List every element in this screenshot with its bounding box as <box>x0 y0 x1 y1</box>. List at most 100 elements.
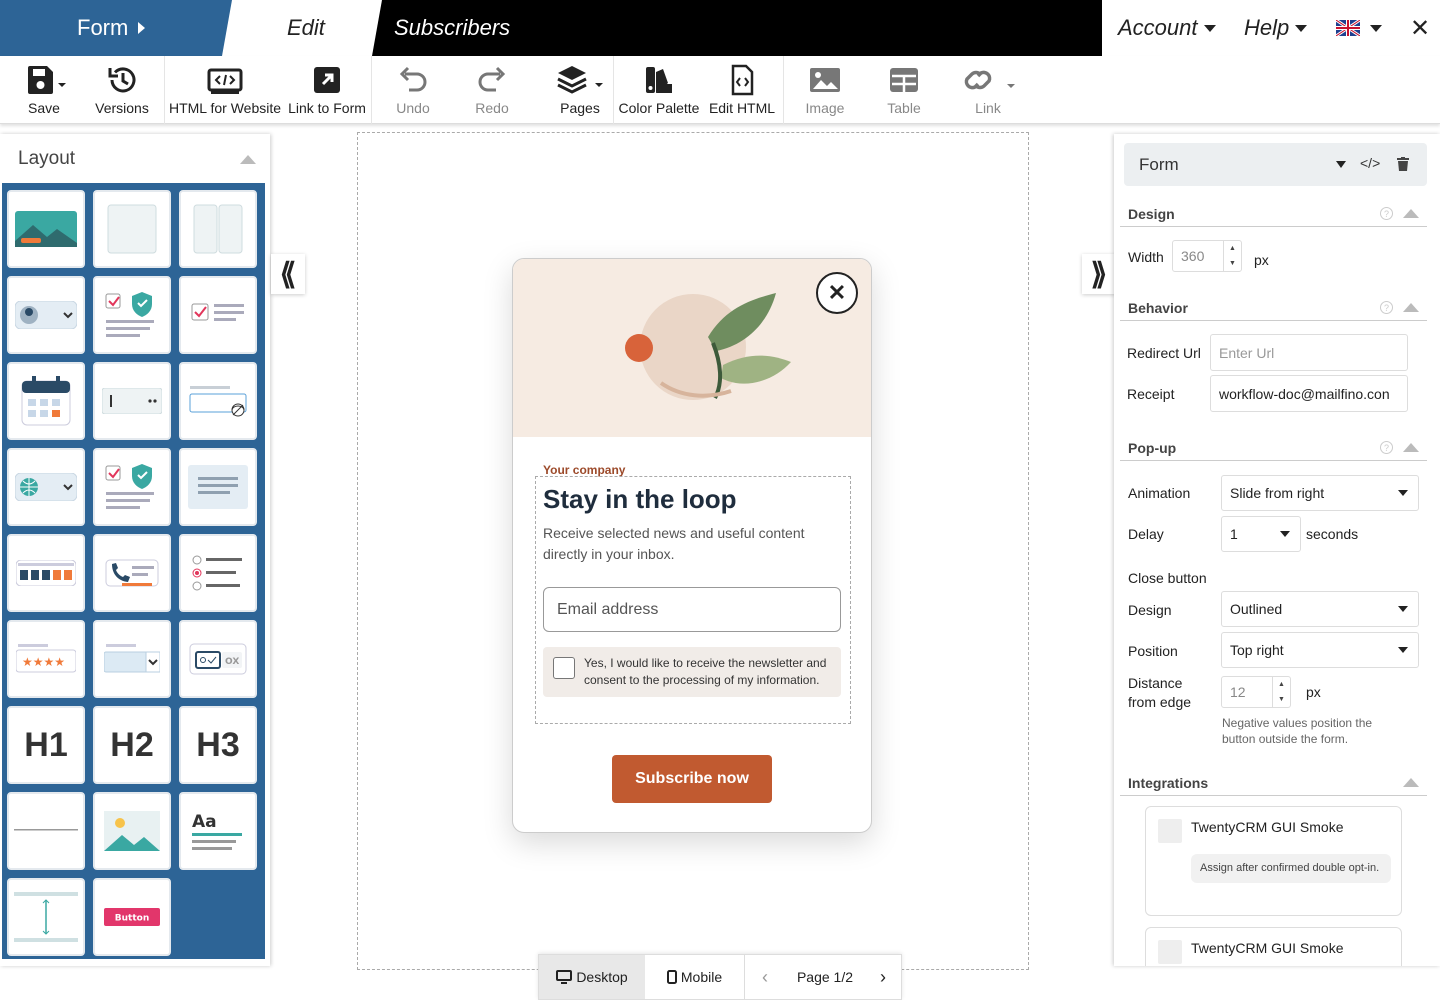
edit-html-button[interactable]: Edit HTML <box>708 56 776 124</box>
captcha-tile[interactable]: OX <box>179 620 257 698</box>
columns-block-tile[interactable] <box>179 190 257 268</box>
image-button[interactable]: Image <box>800 56 850 124</box>
table-button[interactable]: Table <box>879 56 929 124</box>
width-label: Width <box>1128 249 1164 265</box>
password-field-tile[interactable] <box>179 362 257 440</box>
html-for-website-button[interactable]: HTML for Website <box>169 56 281 124</box>
collapse-up-icon[interactable] <box>1403 303 1419 312</box>
account-menu[interactable]: Account <box>1118 0 1216 56</box>
consent-checkbox-group[interactable]: Yes, I would like to receive the newslet… <box>543 647 841 697</box>
mobile-label: Mobile <box>680 969 723 985</box>
close-design-select[interactable]: Outlined <box>1221 591 1419 627</box>
help-icon[interactable]: ? <box>1380 301 1393 314</box>
checklist-shield-tile[interactable] <box>93 276 171 354</box>
form-subtext[interactable]: Receive selected news and useful content… <box>543 523 833 565</box>
animation-select[interactable]: Slide from right <box>1221 475 1419 511</box>
collapse-up-icon[interactable] <box>1403 443 1419 452</box>
tab-edit[interactable]: Edit <box>232 0 382 56</box>
frame-block-tile[interactable] <box>93 190 171 268</box>
color-palette-button[interactable]: Color Palette <box>618 56 700 124</box>
checklist-shield-tile[interactable] <box>93 448 171 526</box>
layout-panel-header[interactable]: Layout <box>0 134 270 184</box>
integration-checkbox[interactable] <box>1158 819 1182 843</box>
distance-stepper[interactable]: ▲ ▼ <box>1272 677 1290 707</box>
popup-close-button[interactable]: ✕ <box>816 272 858 314</box>
desktop-toggle[interactable]: Desktop <box>539 955 645 999</box>
collapse-up-icon[interactable] <box>1403 778 1419 787</box>
image-block-tile[interactable] <box>7 190 85 268</box>
form-heading[interactable]: Stay in the loop <box>543 484 737 515</box>
tab-form-label: Form <box>77 15 129 40</box>
mobile-toggle[interactable]: Mobile <box>645 955 745 999</box>
collapse-up-icon[interactable] <box>240 154 256 164</box>
form-popup-preview[interactable]: ✕ Your company Stay in the loop Receive … <box>512 258 872 833</box>
textarea-tile[interactable] <box>179 448 257 526</box>
phone-field-tile[interactable] <box>93 534 171 612</box>
integration-name: TwentyCRM GUI Smoke <box>1191 819 1344 835</box>
h3-tile[interactable]: H3 <box>179 706 257 784</box>
integration-card[interactable]: TwentyCRM GUI Smoke Assign after confirm… <box>1145 806 1402 916</box>
help-menu[interactable]: Help <box>1244 0 1308 56</box>
radio-list-tile[interactable] <box>179 534 257 612</box>
code-icon[interactable]: </> <box>1360 155 1380 171</box>
language-menu[interactable] <box>1336 0 1382 56</box>
top-bar: Form Edit Subscribers Account Help ✕ <box>0 0 1440 56</box>
avatar-select-tile[interactable] <box>7 276 85 354</box>
input-field-tile[interactable] <box>93 362 171 440</box>
rating-tile[interactable]: ★★★★ <box>7 620 85 698</box>
collapse-up-icon[interactable] <box>1403 209 1419 218</box>
width-stepper[interactable]: ▲ ▼ <box>1223 241 1241 271</box>
pages-button[interactable]: Pages <box>550 56 610 124</box>
undo-button[interactable]: Undo <box>393 56 433 124</box>
button-tile[interactable]: Button <box>93 878 171 956</box>
design-section-header[interactable]: Design? <box>1120 201 1427 227</box>
tab-subscribers[interactable]: Subscribers <box>372 0 1102 56</box>
link-to-form-button[interactable]: Link to Form <box>287 56 367 124</box>
popup-section-header[interactable]: Pop-up? <box>1120 435 1427 461</box>
link-button[interactable]: Link <box>958 56 1018 124</box>
text-tile[interactable]: Aa <box>179 792 257 870</box>
element-selector[interactable]: Form </> <box>1124 143 1427 186</box>
integration-card[interactable]: TwentyCRM GUI Smoke <box>1145 927 1402 966</box>
delay-select[interactable]: 1 <box>1221 516 1301 552</box>
redo-icon <box>478 66 506 92</box>
h2-tile[interactable]: H2 <box>93 706 171 784</box>
table-label: Table <box>887 100 921 116</box>
width-input[interactable]: 360 ▲ ▼ <box>1172 240 1242 272</box>
company-name: Your company <box>543 463 626 477</box>
consent-checkbox[interactable] <box>553 657 575 679</box>
next-page-button[interactable]: › <box>865 967 901 988</box>
help-icon[interactable]: ? <box>1380 441 1393 454</box>
receipt-input[interactable]: workflow-doc@mailfino.con <box>1210 375 1408 412</box>
dropdown-tile[interactable] <box>93 620 171 698</box>
prev-page-button[interactable]: ‹ <box>745 967 785 988</box>
code-digits-tile[interactable] <box>7 534 85 612</box>
toolbar: Save Versions HTML for Website Link to F… <box>0 56 1440 124</box>
h1-tile[interactable]: H1 <box>7 706 85 784</box>
close-icon[interactable]: ✕ <box>1410 0 1430 56</box>
email-field[interactable]: Email address <box>543 587 841 632</box>
redo-button[interactable]: Redo <box>472 56 512 124</box>
close-position-select[interactable]: Top right <box>1221 632 1419 668</box>
divider-tile[interactable] <box>7 792 85 870</box>
calendar-tile[interactable] <box>7 362 85 440</box>
versions-button[interactable]: Versions <box>92 56 152 124</box>
redirect-url-input[interactable]: Enter Url <box>1210 334 1408 371</box>
integration-checkbox[interactable] <box>1158 940 1182 964</box>
picture-tile[interactable] <box>93 792 171 870</box>
help-icon[interactable]: ? <box>1380 207 1393 220</box>
spacer-tile[interactable] <box>7 878 85 956</box>
save-button[interactable]: Save <box>22 56 66 124</box>
svg-text:Aa: Aa <box>192 812 217 832</box>
pages-label: Pages <box>560 100 600 116</box>
checkbox-text-tile[interactable] <box>179 276 257 354</box>
subscribe-button[interactable]: Subscribe now <box>612 755 772 803</box>
country-select-tile[interactable] <box>7 448 85 526</box>
distance-input[interactable]: 12 ▲ ▼ <box>1221 676 1291 708</box>
integrations-section-header[interactable]: Integrations <box>1120 770 1427 796</box>
trash-icon[interactable] <box>1397 157 1409 171</box>
tab-form[interactable]: Form <box>0 0 232 56</box>
collapse-right-panel-icon[interactable]: ⟫ <box>1082 254 1116 294</box>
behavior-section-header[interactable]: Behavior? <box>1120 295 1427 321</box>
collapse-left-panel-icon[interactable]: ⟪ <box>271 254 305 294</box>
